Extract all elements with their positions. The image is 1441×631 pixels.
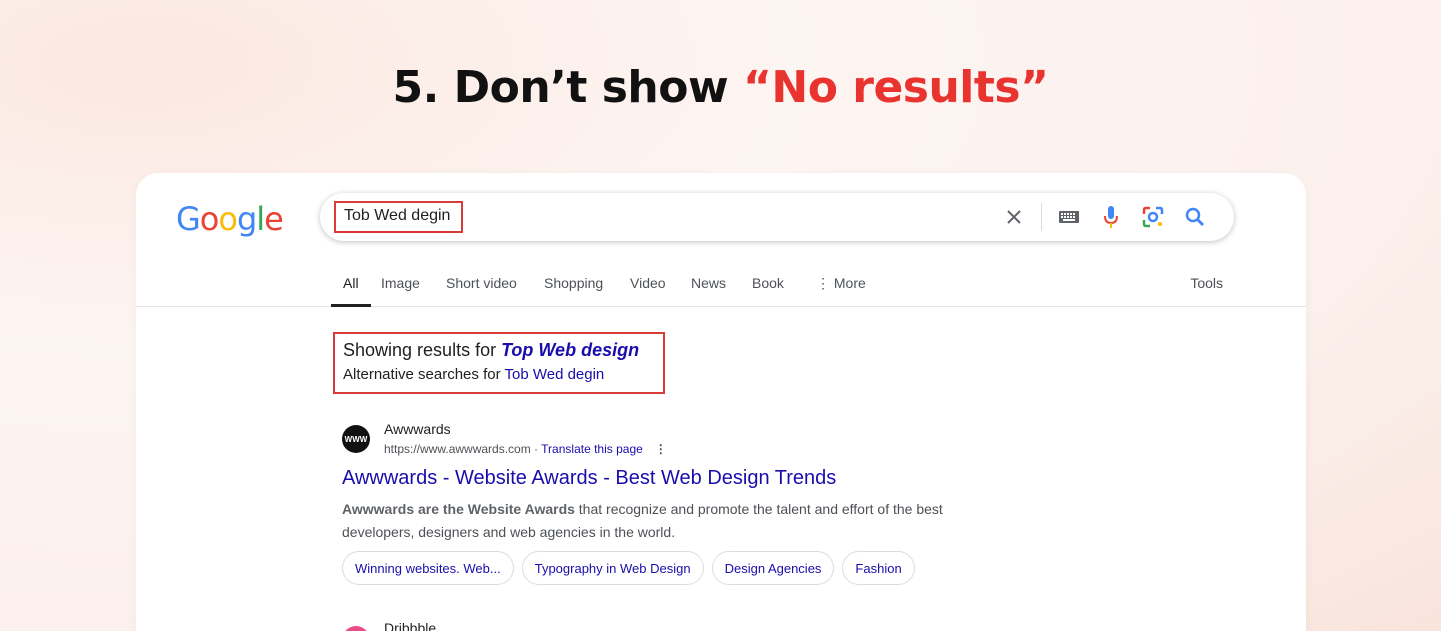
result-snippet: Awwwards are the Website Awards that rec…: [342, 498, 1002, 544]
tab-more[interactable]: ⋮ More: [816, 275, 866, 307]
site-name[interactable]: Awwwards: [384, 421, 451, 437]
search-tabs: All Image Short video Shopping Video New…: [136, 269, 1306, 307]
showing-results-line: Showing results for Top Web design: [343, 340, 655, 361]
headline-prefix: 5. Don’t show: [392, 62, 743, 113]
logo-letter: G: [176, 200, 201, 238]
alternative-prefix: Alternative searches for: [343, 366, 505, 383]
sitelink-chip[interactable]: Fashion: [842, 551, 915, 585]
logo-letter: e: [264, 200, 284, 238]
sitelink-chip[interactable]: Design Agencies: [711, 551, 835, 585]
clear-icon[interactable]: [993, 193, 1035, 241]
sitelink-chips: Winning websites. Web... Typography in W…: [342, 551, 915, 585]
search-input[interactable]: Tob Wed degin: [334, 201, 463, 233]
result-title-link[interactable]: Awwwards - Website Awards - Best Web Des…: [342, 467, 836, 490]
tab-image[interactable]: Image: [381, 275, 420, 307]
more-options-icon[interactable]: ⋮: [655, 442, 667, 456]
alternative-search-line: Alternative searches for Tob Wed degin: [343, 366, 655, 383]
search-bar[interactable]: Tob Wed degin: [320, 193, 1234, 241]
tab-shopping[interactable]: Shopping: [544, 275, 603, 307]
tab-video[interactable]: Video: [630, 275, 666, 307]
tab-all[interactable]: All: [331, 275, 371, 307]
google-logo[interactable]: Google: [176, 200, 284, 238]
corrected-query-link[interactable]: Top Web design: [501, 340, 639, 360]
sitelink-chip[interactable]: Typography in Web Design: [521, 551, 704, 585]
page-headline: 5. Don’t show “No results”: [0, 62, 1441, 113]
headline-accent: “No results”: [742, 62, 1049, 113]
divider: [1041, 203, 1042, 231]
logo-letter: l: [256, 200, 265, 238]
search-bar-icons: [993, 193, 1216, 241]
original-query-link[interactable]: Tob Wed degin: [504, 366, 604, 383]
url-separator: ·: [530, 442, 542, 456]
lens-icon[interactable]: [1132, 193, 1174, 241]
search-results-card: Google Tob Wed degin All Image Short vid…: [136, 173, 1306, 631]
site-url-line: https://www.awwwards.com · Translate thi…: [384, 442, 667, 456]
translate-link[interactable]: Translate this page: [541, 442, 643, 456]
keyboard-icon[interactable]: [1048, 193, 1090, 241]
search-icon[interactable]: [1174, 193, 1216, 241]
logo-letter: g: [236, 200, 257, 238]
tab-short-video[interactable]: Short video: [446, 275, 517, 307]
logo-letter: o: [199, 200, 220, 238]
snippet-bold: Awwwards are the Website Awards: [342, 501, 575, 517]
dribbble-favicon: [342, 626, 370, 631]
tools-button[interactable]: Tools: [1190, 275, 1223, 291]
showing-prefix: Showing results for: [343, 340, 502, 360]
spelling-correction: Showing results for Top Web design Alter…: [333, 332, 665, 394]
logo-letter: o: [218, 200, 238, 238]
tab-news[interactable]: News: [691, 275, 726, 307]
sitelink-chip[interactable]: Winning websites. Web...: [342, 551, 514, 585]
site-name[interactable]: Dribbble: [384, 620, 436, 631]
awwwards-favicon: WWW: [342, 425, 370, 453]
tab-book[interactable]: Book: [752, 275, 784, 307]
site-url[interactable]: https://www.awwwards.com: [384, 442, 531, 456]
microphone-icon[interactable]: [1090, 193, 1132, 241]
